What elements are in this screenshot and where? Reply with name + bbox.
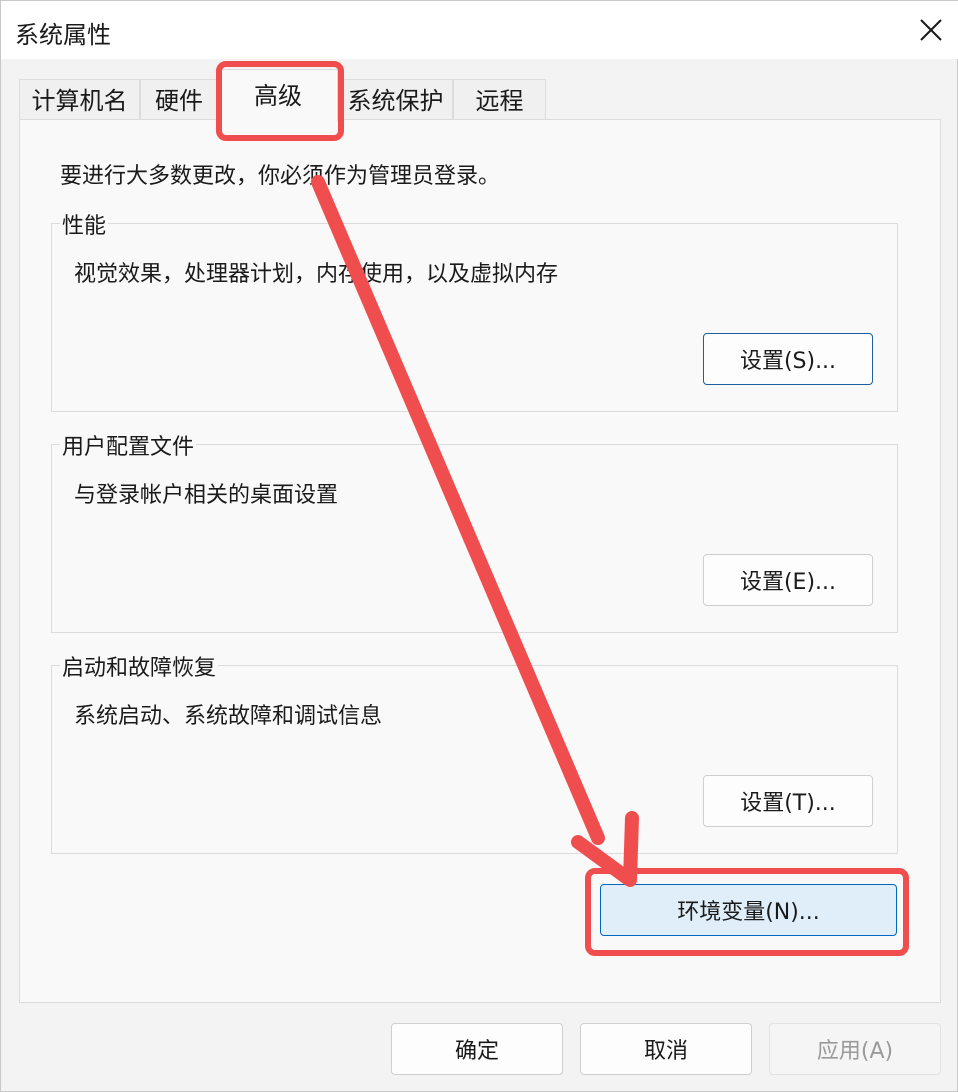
title-bar[interactable]: 系统属性 [1,1,958,59]
tab-system-protection[interactable]: 系统保护 [338,79,453,121]
admin-notice: 要进行大多数更改，你必须作为管理员登录。 [60,164,501,189]
advanced-tab-panel: 要进行大多数更改，你必须作为管理员登录。 性能 视觉效果，处理器计划，内存使用，… [19,119,941,1003]
user-profiles-settings-button[interactable]: 设置(E)... [703,554,873,606]
startup-recovery-group-title: 启动和故障恢复 [60,650,219,682]
close-icon [920,19,942,41]
user-profiles-description: 与登录帐户相关的桌面设置 [74,483,339,508]
startup-recovery-group: 启动和故障恢复 系统启动、系统故障和调试信息 设置(T)... [51,650,898,854]
performance-group-title: 性能 [60,208,109,240]
environment-variables-button[interactable]: 环境变量(N)... [600,884,897,936]
user-profiles-group: 用户配置文件 与登录帐户相关的桌面设置 设置(E)... [51,429,898,633]
startup-recovery-description: 系统启动、系统故障和调试信息 [74,704,383,729]
startup-recovery-settings-button[interactable]: 设置(T)... [703,775,873,827]
tab-strip: 计算机名 硬件 高级 系统保护 远程 [1,59,958,122]
ok-button[interactable]: 确定 [391,1023,563,1075]
performance-description: 视觉效果，处理器计划，内存使用，以及虚拟内存 [74,262,559,287]
tab-advanced[interactable]: 高级 [218,69,338,122]
close-button[interactable] [899,1,958,59]
tab-hardware[interactable]: 硬件 [140,79,218,121]
system-properties-window: 系统属性 计算机名 硬件 高级 系统保护 远程 要进行大多数更改，你必须作为管理… [0,0,958,1092]
user-profiles-group-title: 用户配置文件 [60,429,197,461]
cancel-button[interactable]: 取消 [580,1023,752,1075]
tab-computer-name[interactable]: 计算机名 [19,79,140,121]
tab-remote[interactable]: 远程 [453,79,546,121]
apply-button[interactable]: 应用(A) [769,1023,941,1075]
window-title: 系统属性 [15,21,111,49]
performance-settings-button[interactable]: 设置(S)... [703,333,873,385]
performance-group: 性能 视觉效果，处理器计划，内存使用，以及虚拟内存 设置(S)... [51,208,898,412]
